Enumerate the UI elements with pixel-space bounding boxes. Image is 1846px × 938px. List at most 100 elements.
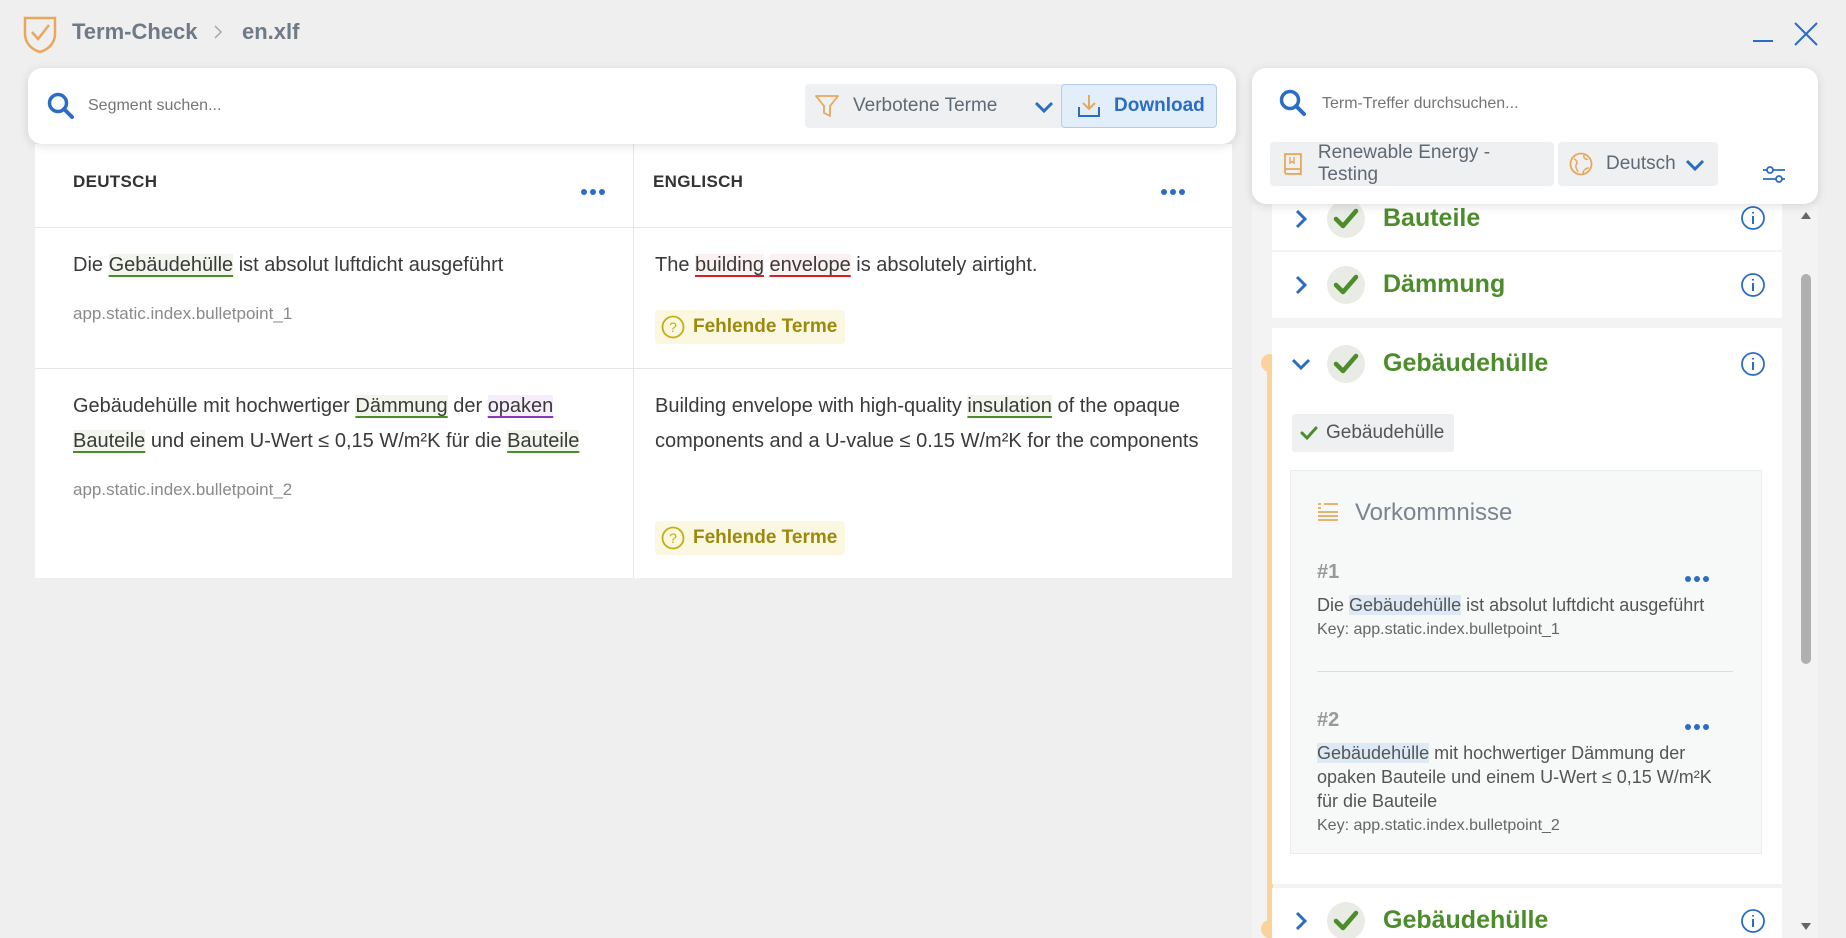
language-label: Deutsch xyxy=(1606,153,1676,174)
text: der xyxy=(447,395,488,417)
term-name: Gebäudehülle xyxy=(1383,906,1549,934)
term-match[interactable]: opaken xyxy=(487,395,554,417)
scrollbar-thumb[interactable] xyxy=(1801,274,1811,664)
question-circle-icon: ? xyxy=(661,526,685,550)
chevron-down-icon[interactable] xyxy=(1290,353,1312,375)
occurrences-title: Vorkommnisse xyxy=(1355,499,1513,526)
target-column-menu-button[interactable] xyxy=(1161,182,1189,195)
highlighted-term: Gebäudehülle xyxy=(1349,595,1462,615)
chevron-right-icon[interactable] xyxy=(1290,208,1312,230)
title-bar: Term-Check en.xlf xyxy=(0,0,1846,64)
column-divider xyxy=(633,144,634,578)
forbidden-term[interactable]: building xyxy=(695,254,764,276)
missing-terms-badge[interactable]: ? Fehlende Terme xyxy=(655,310,846,344)
term-match[interactable]: Bauteile xyxy=(507,430,580,452)
search-icon[interactable] xyxy=(1278,88,1308,118)
download-button[interactable]: Download xyxy=(1061,84,1217,128)
file-name: en.xlf xyxy=(242,19,300,44)
language-selector[interactable]: Deutsch xyxy=(1558,142,1718,186)
term-match[interactable]: Bauteile xyxy=(73,430,146,452)
occurrence-menu-button[interactable] xyxy=(1685,569,1713,582)
text: Die xyxy=(1317,595,1350,615)
scroll-up-icon[interactable] xyxy=(1800,210,1812,220)
occurrence-key: Key: app.static.index.bulletpoint_2 xyxy=(1317,817,1560,834)
term-name: Dämmung xyxy=(1383,270,1506,298)
text: ist absolut luftdicht ausgeführt xyxy=(1461,595,1705,615)
term-row-daemmung[interactable]: Dämmung xyxy=(1272,252,1782,318)
term-name[interactable]: Gebäudehülle xyxy=(1383,349,1548,378)
download-label: Download xyxy=(1114,95,1205,116)
segment-search-input[interactable] xyxy=(88,88,688,124)
occurrence-text[interactable]: Die Gebäudehülle ist absolut luftdicht a… xyxy=(1317,593,1737,617)
segment-toolbar: Verbotene Terme Download xyxy=(28,68,1236,144)
source-segment-1[interactable]: Die Gebäudehülle ist absolut luftdicht a… xyxy=(73,248,613,283)
chevron-down-icon xyxy=(1034,101,1054,114)
text: ist absolut luftdicht ausgeführt xyxy=(233,254,504,276)
info-icon[interactable] xyxy=(1740,908,1766,934)
svg-text:?: ? xyxy=(669,530,677,546)
check-status xyxy=(1327,345,1365,383)
question-circle-icon: ? xyxy=(661,315,685,339)
text xyxy=(764,254,770,276)
chevron-right-icon[interactable] xyxy=(1290,910,1312,932)
check-icon xyxy=(1333,208,1359,229)
target-column-header: ENGLISCH xyxy=(653,172,744,191)
target-segment-1[interactable]: The building envelope is absolutely airt… xyxy=(655,248,1215,283)
occurrence-text[interactable]: Gebäudehülle mit hochwertiger Dämmung de… xyxy=(1317,741,1737,813)
info-icon[interactable] xyxy=(1740,205,1766,231)
term-list-scrollbar[interactable] xyxy=(1796,204,1816,938)
highlighted-term: Gebäudehülle xyxy=(1317,743,1430,763)
scroll-down-icon[interactable] xyxy=(1800,922,1812,932)
occurrence-menu-button[interactable] xyxy=(1685,717,1713,730)
text: Building envelope with high-quality xyxy=(655,395,968,417)
minimize-icon[interactable] xyxy=(1751,23,1775,47)
term-row-gebaeudehuelle-2[interactable]: Gebäudehülle xyxy=(1272,888,1782,938)
source-column-menu-button[interactable] xyxy=(581,182,609,195)
segment-key-2: app.static.index.bulletpoint_2 xyxy=(73,480,293,499)
term-match[interactable]: Dämmung xyxy=(355,395,448,417)
source-column-header: DEUTSCH xyxy=(73,172,158,191)
check-icon xyxy=(1300,426,1318,441)
forbidden-terms-filter[interactable]: Verbotene Terme xyxy=(805,84,1069,128)
check-icon xyxy=(1333,274,1359,295)
chevron-right-icon[interactable] xyxy=(1290,274,1312,296)
info-icon[interactable] xyxy=(1740,272,1766,298)
termbase-label: Renewable Energy - Testing xyxy=(1317,142,1491,185)
app-title[interactable]: Term-Check xyxy=(72,19,198,45)
download-icon xyxy=(1078,95,1100,117)
occurrence-divider xyxy=(1317,671,1733,672)
term-row-gebaeudehuelle-expanded: Gebäudehülle Gebäudehülle Vorkommnisse #… xyxy=(1272,328,1782,884)
check-status xyxy=(1327,204,1365,238)
source-segment-2[interactable]: Gebäudehülle mit hochwertiger Dämmung de… xyxy=(73,389,613,459)
check-icon xyxy=(1333,353,1359,374)
list-quote-icon xyxy=(1318,503,1338,521)
text: The xyxy=(655,254,696,276)
text: Die xyxy=(73,254,109,276)
info-icon[interactable] xyxy=(1740,351,1766,377)
text: is absolutely airtight. xyxy=(850,254,1038,276)
filter-label: Verbotene Terme xyxy=(853,95,998,116)
target-segment-2[interactable]: Building envelope with high-quality insu… xyxy=(655,389,1215,459)
row-divider xyxy=(35,227,1232,228)
svg-text:?: ? xyxy=(669,319,677,335)
term-variant-chip[interactable]: Gebäudehülle xyxy=(1292,414,1455,452)
occurrences-box: Vorkommnisse #1 Die Gebäudehülle ist abs… xyxy=(1290,470,1762,854)
term-match[interactable]: Gebäudehülle xyxy=(108,254,234,276)
check-status xyxy=(1327,266,1365,304)
segments-table: DEUTSCH ENGLISCH Die Gebäudehülle ist ab… xyxy=(35,144,1232,578)
close-icon[interactable] xyxy=(1792,20,1820,48)
search-icon[interactable] xyxy=(46,91,76,121)
forbidden-term[interactable]: envelope xyxy=(769,254,851,276)
occurrence-number: #2 xyxy=(1317,709,1340,731)
term-search-input[interactable] xyxy=(1322,86,1762,122)
missing-terms-badge[interactable]: ? Fehlende Terme xyxy=(655,521,846,555)
check-icon xyxy=(1333,910,1359,931)
missing-terms-label: Fehlende Terme xyxy=(693,316,838,337)
termbase-selector[interactable]: Renewable Energy - Testing xyxy=(1270,142,1554,186)
term-row-bauteile[interactable]: Bauteile xyxy=(1272,204,1782,250)
occurrence-key: Key: app.static.index.bulletpoint_1 xyxy=(1317,621,1560,638)
term-match[interactable]: insulation xyxy=(967,395,1052,417)
book-icon xyxy=(1284,153,1302,175)
sliders-icon[interactable] xyxy=(1760,160,1788,188)
text: und einem U-Wert ≤ 0,15 W/m²K für die xyxy=(145,430,508,452)
